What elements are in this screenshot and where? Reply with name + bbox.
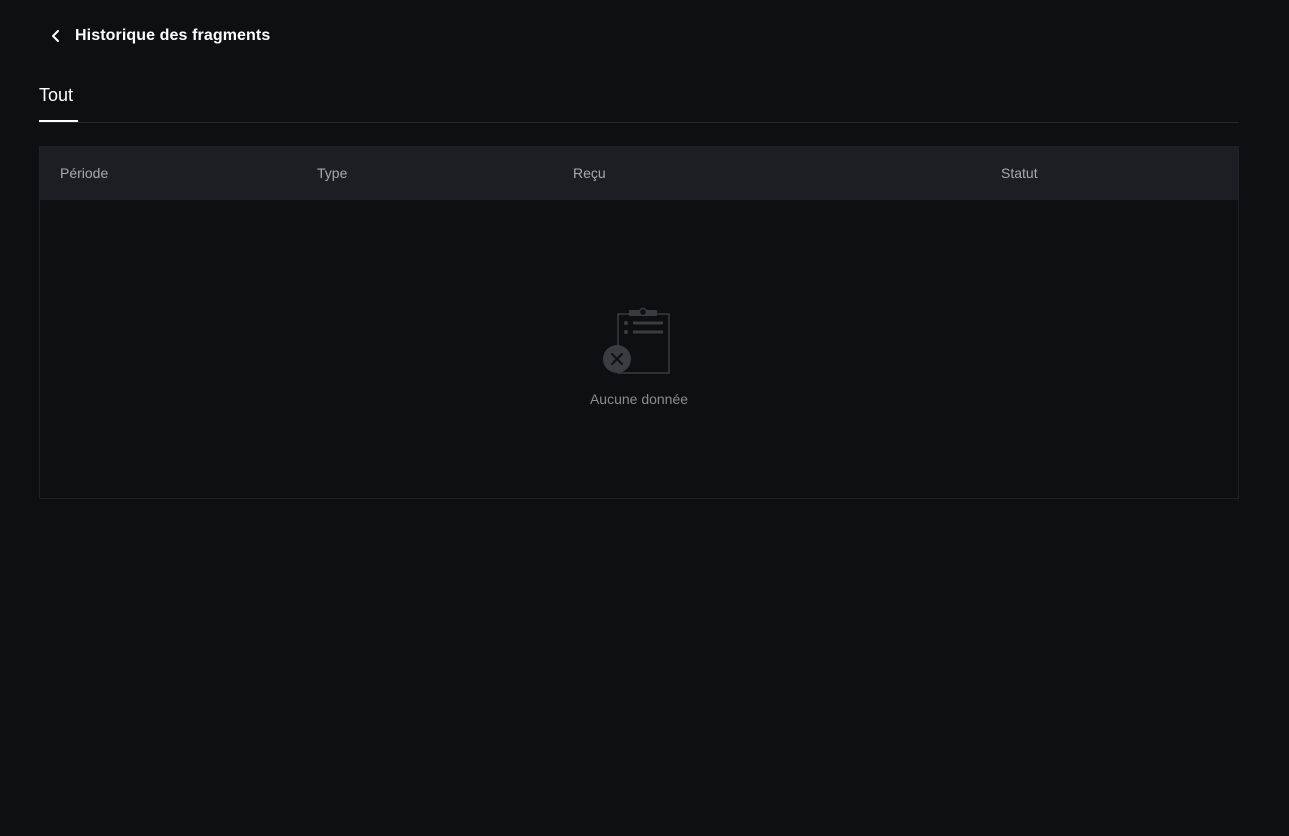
empty-message: Aucune donnée xyxy=(589,391,689,407)
column-header-received: Reçu xyxy=(573,165,606,181)
chevron-left-icon[interactable] xyxy=(47,27,65,45)
column-header-period: Période xyxy=(60,165,109,181)
empty-clipboard-icon xyxy=(602,306,672,376)
page: Historique des fragments Tout Période Ty… xyxy=(0,0,1289,836)
active-tab-indicator xyxy=(39,120,78,122)
back-navigation[interactable]: Historique des fragments xyxy=(47,22,270,50)
tab-all[interactable]: Tout xyxy=(39,80,78,122)
page-title: Historique des fragments xyxy=(75,27,271,44)
empty-state: Aucune donnée xyxy=(40,200,1238,498)
column-header-status: Statut xyxy=(1001,165,1038,181)
fragments-table: Période Type Reçu Statut Aucune donnée xyxy=(39,146,1239,499)
tab-label: Tout xyxy=(39,85,74,105)
column-header-type: Type xyxy=(317,165,348,181)
table-header: Période Type Reçu Statut xyxy=(40,147,1238,200)
tab-bar: Tout xyxy=(39,80,1239,123)
